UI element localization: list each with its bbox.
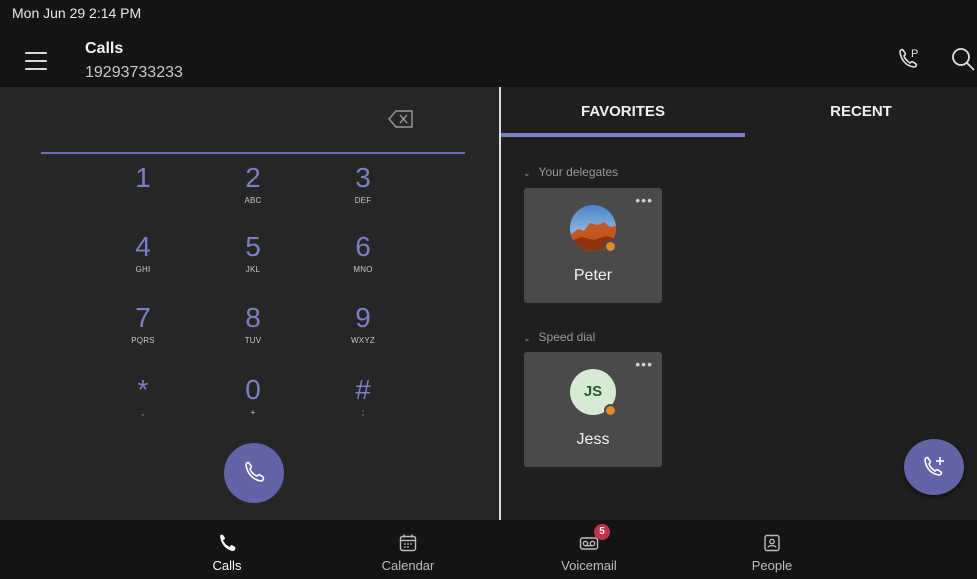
- dial-key-digit: 6: [355, 231, 371, 262]
- nav-people[interactable]: People: [717, 520, 827, 579]
- dial-key-7[interactable]: 7 PQRS: [98, 303, 188, 363]
- dial-key-8[interactable]: 8 TUV: [208, 303, 298, 363]
- section-label: Your delegates: [538, 165, 619, 179]
- dial-key-letters: JKL: [245, 265, 261, 274]
- dial-key-digit: 5: [245, 231, 261, 262]
- active-tab-indicator: [501, 133, 745, 137]
- nav-label: Voicemail: [561, 558, 617, 573]
- phone-icon: [220, 534, 236, 551]
- dial-key-3[interactable]: 3 DEF: [318, 163, 408, 223]
- page-title: Calls: [85, 40, 124, 57]
- own-phone-number: 19293733233: [85, 64, 183, 81]
- presence-away-icon: [604, 404, 617, 417]
- presence-away-icon: [604, 240, 617, 253]
- chevron-down-icon: ⌄: [523, 168, 531, 178]
- calendar-icon: [399, 534, 417, 552]
- dial-key-letters: PQRS: [131, 336, 155, 345]
- add-call-icon: [924, 456, 944, 476]
- dial-key-hash[interactable]: # ;: [318, 375, 408, 435]
- chevron-down-icon: ⌄: [523, 333, 531, 343]
- nav-calendar[interactable]: Calendar: [353, 520, 463, 579]
- call-button[interactable]: [224, 443, 284, 503]
- dial-key-letters: DEF: [354, 196, 372, 205]
- section-label: Speed dial: [538, 330, 596, 344]
- dialpad-panel: 1 2 ABC 3 DEF 4 GHI 5 JKL 6 MNO 7 PQRS 8…: [0, 87, 499, 520]
- dial-key-1[interactable]: 1: [98, 163, 188, 223]
- phone-icon: [245, 461, 265, 482]
- dial-key-letters: ABC: [244, 196, 262, 205]
- dial-key-digit: *: [137, 374, 149, 405]
- status-datetime: Mon Jun 29 2:14 PM: [12, 5, 142, 21]
- dial-key-digit: 1: [135, 162, 151, 193]
- dial-key-star[interactable]: * ,: [98, 375, 188, 435]
- dial-key-digit: 8: [245, 302, 261, 333]
- nav-voicemail[interactable]: 5 Voicemail: [534, 520, 644, 579]
- people-icon: [764, 534, 780, 552]
- dial-key-letters: WXYZ: [351, 336, 375, 345]
- dial-key-letters: ;: [361, 408, 365, 417]
- more-options-icon[interactable]: •••: [635, 356, 653, 372]
- call-park-icon[interactable]: P: [896, 46, 922, 72]
- status-bar: Mon Jun 29 2:14 PM: [0, 0, 977, 30]
- dial-key-5[interactable]: 5 JKL: [208, 232, 298, 292]
- dial-key-digit: 7: [135, 302, 151, 333]
- backspace-icon[interactable]: [388, 109, 414, 129]
- nav-label: People: [751, 558, 793, 573]
- dial-key-9[interactable]: 9 WXYZ: [318, 303, 408, 363]
- dial-key-letters: ,: [141, 408, 145, 417]
- contact-name: Peter: [573, 267, 613, 284]
- dial-key-letters: MNO: [353, 265, 373, 274]
- dial-key-digit: 0: [245, 374, 261, 405]
- nav-label: Calls: [212, 558, 242, 573]
- dial-key-0[interactable]: 0 +: [208, 375, 298, 435]
- dial-key-2[interactable]: 2 ABC: [208, 163, 298, 223]
- tab-favorites[interactable]: FAVORITES: [501, 87, 745, 137]
- dial-key-digit: 3: [355, 162, 371, 193]
- section-speed-dial[interactable]: ⌄ Speed dial: [523, 330, 595, 344]
- tab-recent[interactable]: RECENT: [745, 87, 977, 137]
- dial-key-4[interactable]: 4 GHI: [98, 232, 188, 292]
- dial-key-digit: #: [355, 374, 371, 405]
- dial-key-digit: 9: [355, 302, 371, 333]
- nav-label: Calendar: [381, 558, 435, 573]
- dial-key-digit: 2: [245, 162, 261, 193]
- dial-key-letters: +: [250, 408, 256, 417]
- dial-key-letters: GHI: [135, 265, 151, 274]
- contact-name: Jess: [576, 431, 610, 448]
- dial-key-6[interactable]: 6 MNO: [318, 232, 408, 292]
- dial-key-digit: 4: [135, 231, 151, 262]
- contact-card-jess[interactable]: ••• JS Jess: [524, 352, 662, 467]
- contact-card-peter[interactable]: ••• Peter: [524, 188, 662, 303]
- section-your-delegates[interactable]: ⌄ Your delegates: [523, 165, 618, 179]
- bottom-navigation: Calls Calendar 5 Voicemail People: [0, 520, 977, 579]
- svg-text:P: P: [911, 48, 918, 60]
- add-speed-dial-button[interactable]: [904, 439, 964, 495]
- search-icon[interactable]: [950, 46, 977, 72]
- app-header: Calls 19293733233 P: [0, 30, 977, 87]
- menu-icon[interactable]: [25, 52, 47, 72]
- voicemail-count-badge: 5: [594, 524, 610, 540]
- dial-input-underline[interactable]: [41, 152, 465, 154]
- more-options-icon[interactable]: •••: [635, 192, 653, 208]
- nav-calls[interactable]: Calls: [172, 520, 282, 579]
- dial-key-letters: TUV: [244, 336, 262, 345]
